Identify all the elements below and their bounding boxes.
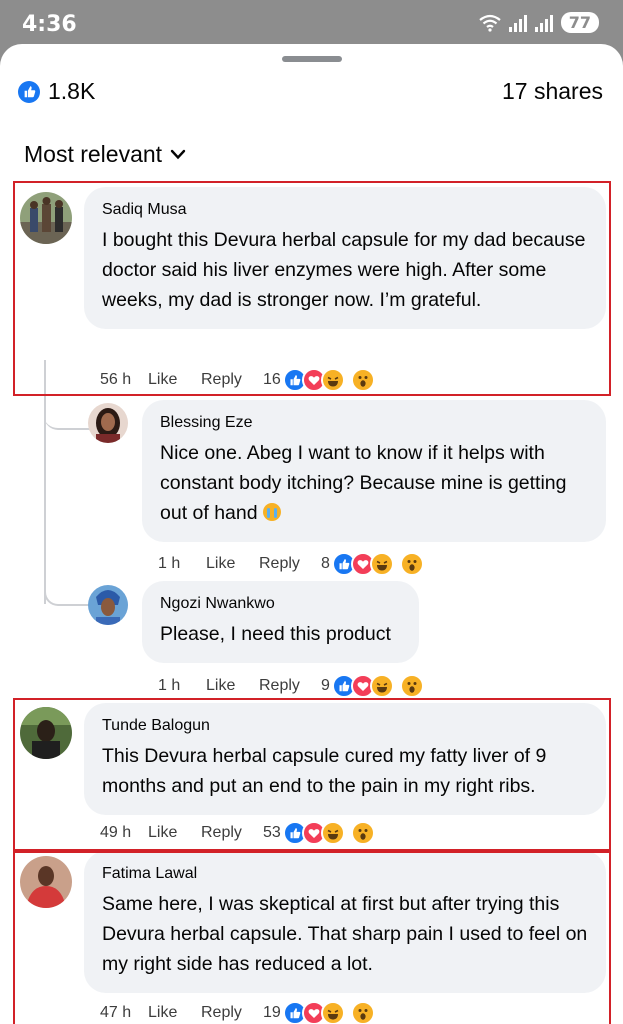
- status-icons: 77: [479, 12, 599, 33]
- reactions[interactable]: [331, 552, 424, 576]
- status-bar: 4:36 77: [0, 0, 623, 48]
- wow-reaction-icon: [399, 552, 424, 576]
- highlight-box: [13, 181, 611, 396]
- comment-text-body: Nice one. Abeg I want to know if it help…: [160, 442, 567, 524]
- wifi-icon: [479, 14, 501, 32]
- reply-button[interactable]: Reply: [259, 677, 321, 695]
- comment-author[interactable]: Blessing Eze: [160, 414, 588, 432]
- reaction-count: 9: [321, 677, 330, 694]
- sort-label: Most relevant: [24, 141, 163, 167]
- thread-connector: [44, 394, 90, 430]
- battery-icon: 77: [560, 12, 599, 33]
- like-reaction-icon: [18, 80, 40, 103]
- comment-time[interactable]: 1 h: [158, 555, 206, 573]
- reactions-summary[interactable]: 1.8K: [18, 78, 95, 105]
- reactions[interactable]: [331, 674, 424, 698]
- drag-handle[interactable]: [282, 56, 342, 62]
- haha-reaction-icon: [369, 552, 394, 576]
- thread-connector: [44, 554, 90, 606]
- reaction-count: 8: [321, 555, 330, 572]
- signal-icon: [508, 14, 527, 32]
- comment-bubble[interactable]: Ngozi Nwankwo Please, I need this produc…: [142, 581, 419, 663]
- status-time: 4:36: [22, 12, 77, 37]
- comment-actions: 1 h Like Reply 8: [158, 552, 424, 576]
- haha-reaction-icon: [369, 674, 394, 698]
- comments-sheet: 1.8K 17 shares Most relevant Sadiq Musa …: [0, 44, 623, 1024]
- comment-author[interactable]: Ngozi Nwankwo: [160, 595, 401, 613]
- highlight-box: [13, 698, 611, 851]
- avatar[interactable]: [88, 585, 128, 625]
- comment-text: Please, I need this product: [160, 623, 391, 645]
- reaction-count: 1.8K: [48, 78, 96, 104]
- wow-reaction-icon: [399, 674, 424, 698]
- reply-button[interactable]: Reply: [259, 555, 321, 573]
- like-button[interactable]: Like: [206, 677, 259, 695]
- signal-icon-2: [534, 14, 553, 32]
- avatar[interactable]: [88, 403, 128, 443]
- shares-count[interactable]: 17 shares: [502, 78, 603, 105]
- chevron-down-icon: [170, 149, 186, 159]
- highlight-box: [13, 851, 611, 1024]
- comment-actions: 1 h Like Reply 9: [158, 674, 424, 698]
- comment-time[interactable]: 1 h: [158, 677, 206, 695]
- crying-emoji-icon: [263, 503, 282, 521]
- like-button[interactable]: Like: [206, 555, 259, 573]
- comment-text: Nice one. Abeg I want to know if it help…: [160, 438, 588, 528]
- sort-dropdown[interactable]: Most relevant: [24, 141, 186, 168]
- comment-bubble[interactable]: Blessing Eze Nice one. Abeg I want to kn…: [142, 400, 606, 542]
